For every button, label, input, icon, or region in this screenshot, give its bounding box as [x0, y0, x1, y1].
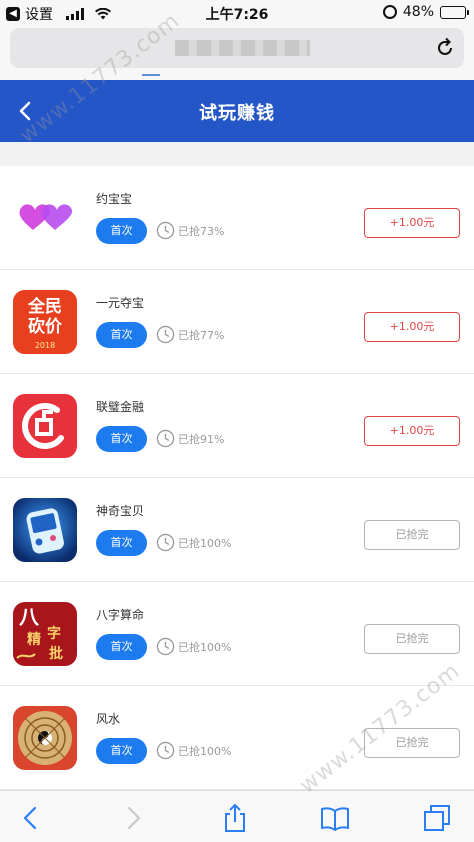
blurred-url — [175, 40, 310, 56]
claim-progress: 已抢100% — [178, 537, 232, 550]
list-item[interactable]: 约宝宝 首次 已抢73% +1.00元 — [0, 166, 474, 270]
battery-percent: 48% — [402, 4, 434, 20]
status-bar: ◀ 设置 上午7:26 48% — [0, 0, 474, 26]
orientation-lock-icon — [382, 5, 397, 19]
load-progress — [142, 74, 160, 76]
claim-progress: 已抢77% — [178, 329, 225, 342]
hearts-icon — [13, 186, 77, 250]
app-name: 约宝宝 — [96, 192, 133, 206]
first-time-tag[interactable]: 首次 — [96, 322, 147, 348]
claim-progress: 已抢100% — [178, 641, 232, 654]
lianbi-logo-icon — [13, 394, 77, 458]
first-time-tag[interactable]: 首次 — [96, 218, 147, 244]
browser-forward-icon[interactable] — [118, 803, 148, 833]
reload-icon[interactable] — [434, 37, 456, 59]
first-time-tag[interactable]: 首次 — [96, 530, 147, 556]
clock-icon — [156, 429, 175, 448]
page-title: 试玩赚钱 — [199, 103, 275, 124]
status-right: 48% — [382, 4, 469, 20]
icon-text-line1: 全民 — [27, 296, 62, 317]
icon-text-line2: 砍价 — [28, 316, 63, 337]
sold-out-button[interactable]: 已抢完 — [364, 728, 460, 758]
sold-out-button[interactable]: 已抢完 — [364, 520, 460, 550]
claim-progress: 已抢73% — [178, 225, 225, 238]
address-bar[interactable] — [10, 28, 464, 68]
compass-icon — [13, 706, 77, 770]
list-item[interactable]: 风水 首次 已抢100% 已抢完 — [0, 686, 474, 790]
sold-out-button[interactable]: 已抢完 — [364, 624, 460, 654]
bazi-icon: 八 精 字 批 — [13, 602, 77, 666]
reward-button[interactable]: +1.00元 — [364, 208, 460, 238]
app-name: 联璧金融 — [96, 400, 145, 414]
clock-icon — [156, 325, 175, 344]
page-header: 试玩赚钱 — [0, 80, 474, 142]
section-divider — [0, 142, 474, 166]
bookmarks-icon[interactable] — [320, 803, 350, 833]
clock-icon — [156, 221, 175, 240]
app-name: 风水 — [96, 712, 121, 726]
first-time-tag[interactable]: 首次 — [96, 634, 147, 660]
quanmin-kanjia-icon: 全民 砍价 2018 — [13, 290, 77, 354]
browser-back-icon[interactable] — [16, 803, 46, 833]
icon-char-jing: 精 — [27, 631, 41, 648]
share-icon[interactable] — [220, 803, 250, 833]
list-item[interactable]: 神奇宝贝 首次 已抢100% 已抢完 — [0, 478, 474, 582]
browser-address-area — [0, 26, 474, 80]
app-name: 一元夺宝 — [96, 296, 145, 310]
first-time-tag[interactable]: 首次 — [96, 426, 147, 452]
icon-char-ba: 八 — [19, 605, 40, 629]
battery-icon — [440, 5, 469, 19]
game-console-icon — [13, 498, 77, 562]
app-list: 约宝宝 首次 已抢73% +1.00元 全民 砍价 2018 一元夺宝 首次 已… — [0, 166, 474, 790]
clock-icon — [156, 533, 175, 552]
tabs-icon[interactable] — [422, 803, 452, 833]
app-name: 神奇宝贝 — [96, 504, 145, 518]
icon-text-year: 2018 — [35, 341, 55, 350]
list-item[interactable]: 八 精 字 批 八字算命 首次 已抢100% 已抢完 — [0, 582, 474, 686]
first-time-tag[interactable]: 首次 — [96, 738, 147, 764]
browser-toolbar — [0, 790, 474, 842]
claim-progress: 已抢100% — [178, 745, 232, 758]
icon-char-pi: 批 — [49, 645, 63, 662]
clock-icon — [156, 741, 175, 760]
reward-button[interactable]: +1.00元 — [364, 416, 460, 446]
list-item[interactable]: 联璧金融 首次 已抢91% +1.00元 — [0, 374, 474, 478]
app-name: 八字算命 — [96, 608, 145, 622]
list-item[interactable]: 全民 砍价 2018 一元夺宝 首次 已抢77% +1.00元 — [0, 270, 474, 374]
claim-progress: 已抢91% — [178, 433, 225, 446]
reward-button[interactable]: +1.00元 — [364, 312, 460, 342]
clock-icon — [156, 637, 175, 656]
icon-char-zi: 字 — [47, 625, 61, 642]
